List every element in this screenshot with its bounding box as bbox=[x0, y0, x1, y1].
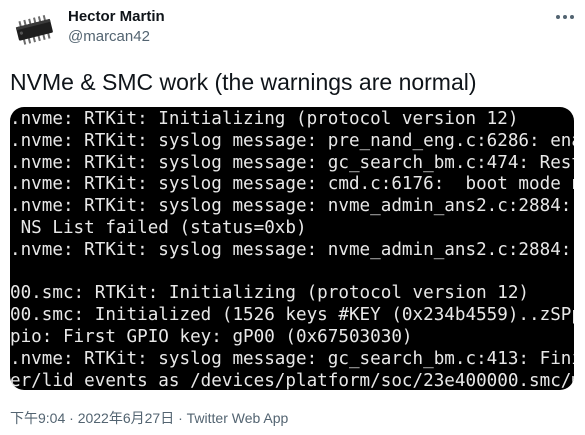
terminal-line: NS List failed (status=0xb) bbox=[10, 217, 307, 238]
terminal-line: pio: First GPIO key: gP00 (0x67503030) bbox=[10, 326, 413, 347]
avatar[interactable] bbox=[10, 6, 58, 54]
author-name[interactable]: Hector Martin bbox=[68, 8, 165, 25]
microchip-icon bbox=[10, 6, 58, 54]
terminal-line: 00.smc: Initialized (1526 keys #KEY (0x2… bbox=[10, 305, 574, 326]
terminal-line: .nvme: RTKit: syslog message: nvme_admin… bbox=[10, 196, 572, 217]
author-handle[interactable]: @marcan42 bbox=[68, 28, 150, 45]
terminal-line: .nvme: RTKit: syslog message: pre_nand_e… bbox=[10, 130, 574, 151]
terminal-line: er/lid events as /devices/platform/soc/2… bbox=[10, 370, 574, 390]
terminal-screenshot[interactable]: .nvme: RTKit: Initializing (protocol ver… bbox=[10, 107, 574, 390]
terminal-output: .nvme: RTKit: Initializing (protocol ver… bbox=[10, 109, 574, 390]
terminal-line: 00.smc: RTKit: Initializing (protocol ve… bbox=[10, 283, 530, 304]
tweet: Hector Martin @marcan42 NVMe & SMC work … bbox=[0, 0, 585, 435]
tweet-text: NVMe & SMC work (the warnings are normal… bbox=[10, 69, 477, 95]
terminal-line: .nvme: RTKit: Initializing (protocol ver… bbox=[10, 109, 519, 129]
terminal-line: .nvme: RTKit: syslog message: gc_search_… bbox=[10, 348, 574, 369]
more-options-button[interactable] bbox=[550, 6, 580, 28]
terminal-line: .nvme: RTKit: syslog message: nvme_admin… bbox=[10, 239, 572, 260]
terminal-line: .nvme: RTKit: syslog message: gc_search_… bbox=[10, 152, 574, 173]
tweet-timestamp[interactable]: 下午9:04 · 2022年6月27日 · Twitter Web App bbox=[10, 408, 288, 428]
terminal-line: .nvme: RTKit: syslog message: cmd.c:6176… bbox=[10, 174, 574, 195]
more-options-icon bbox=[556, 15, 574, 19]
